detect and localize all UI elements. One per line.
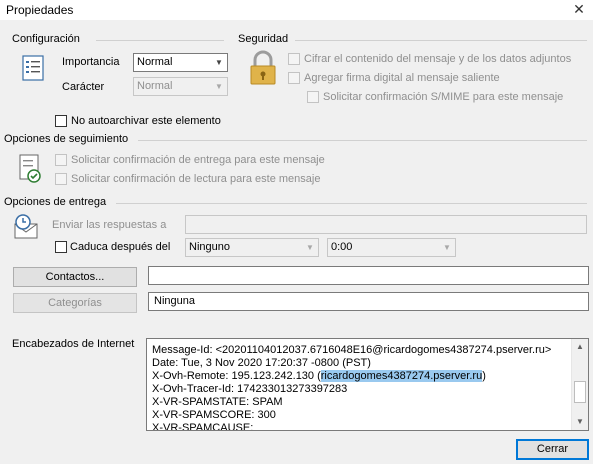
header-line-text: X-Ovh-Remote: 195.123.242.130 ( [152,370,321,382]
header-line: X-VR-SPAMSTATE: SPAM [152,396,283,408]
header-line-end: ) [482,370,486,382]
encrypt-checkbox[interactable] [288,53,300,65]
categories-button[interactable]: Categorías [13,293,137,313]
delivery-divider [116,203,587,204]
expires-date-value: Ninguno [189,241,230,253]
tracking-checklist-icon [14,152,46,186]
properties-dialog: Propiedades ✕ Configuración Importancia … [0,0,593,464]
no-archive-checkbox[interactable] [55,115,67,127]
settings-list-icon [19,54,49,82]
header-line: Message-Id: <20201104012037.6716048E16@r… [152,344,552,356]
no-archive-label: No autoarchivar este elemento [71,115,221,127]
contacts-button[interactable]: Contactos... [13,267,137,287]
sign-checkbox[interactable] [288,72,300,84]
read-receipt-checkbox[interactable] [55,173,67,185]
smime-checkbox[interactable] [307,91,319,103]
scroll-thumb[interactable] [574,381,586,403]
delivery-receipt-checkbox[interactable] [55,154,67,166]
chevron-down-icon: ▼ [306,243,314,252]
reply-to-input[interactable] [185,215,587,234]
header-line: X-Ovh-Remote: 195.123.242.130 (ricardogo… [152,370,486,383]
window-title: Propiedades [6,3,74,17]
delivery-section-title: Opciones de entrega [4,196,107,208]
security-divider [295,40,587,41]
reply-to-label: Enviar las respuestas a [52,219,167,231]
chevron-down-icon: ▼ [215,82,223,91]
sign-label: Agregar firma digital al mensaje salient… [304,72,500,84]
header-line: X-VR-SPAMCAUSE: [152,422,254,431]
header-line: X-VR-SPAMSCORE: 300 [152,409,276,421]
chevron-down-icon: ▼ [443,243,451,252]
internet-headers-textarea[interactable]: Message-Id: <20201104012037.6716048E16@r… [146,338,589,431]
character-value: Normal [137,80,173,92]
tracking-divider [138,140,587,141]
selected-text: ricardogomes4387274.pserver.ru [320,370,483,382]
importance-value: Normal [137,56,173,68]
close-icon[interactable]: ✕ [565,0,593,20]
close-button[interactable]: Cerrar [516,439,589,460]
config-section-title: Configuración [12,33,80,45]
scroll-down-icon[interactable]: ▼ [572,414,588,430]
character-select[interactable]: Normal ▼ [133,77,228,96]
security-section-title: Seguridad [238,33,289,45]
chevron-down-icon: ▼ [215,58,223,67]
lock-icon [247,50,281,86]
encrypt-label: Cifrar el contenido del mensaje y de los… [304,53,572,65]
delivery-receipt-label: Solicitar confirmación de entrega para e… [71,154,325,166]
expires-time-select[interactable]: 0:00 ▼ [327,238,456,257]
expires-checkbox[interactable] [55,241,67,253]
scroll-up-icon[interactable]: ▲ [572,339,588,355]
header-line: Date: Tue, 3 Nov 2020 17:20:37 -0800 (PS… [152,357,371,369]
delivery-clock-icon [11,212,43,248]
tracking-section-title: Opciones de seguimiento [4,133,129,145]
smime-label: Solicitar confirmación S/MIME para este … [323,91,564,103]
importance-label: Importancia [62,56,120,68]
headers-scrollbar[interactable]: ▲ ▼ [571,339,588,430]
internet-headers-label: Encabezados de Internet [12,338,135,350]
expires-date-select[interactable]: Ninguno ▼ [185,238,319,257]
config-divider [96,40,224,41]
header-line: X-Ovh-Tracer-Id: 174233013273397283 [152,383,348,395]
character-label: Carácter [62,81,105,93]
read-receipt-label: Solicitar confirmación de lectura para e… [71,173,321,185]
categories-input[interactable]: Ninguna [148,292,589,311]
expires-time-value: 0:00 [331,241,353,253]
expires-label: Caduca después del [70,241,171,253]
contacts-input[interactable] [148,266,589,285]
title-bar: Propiedades ✕ [0,0,593,20]
importance-select[interactable]: Normal ▼ [133,53,228,72]
